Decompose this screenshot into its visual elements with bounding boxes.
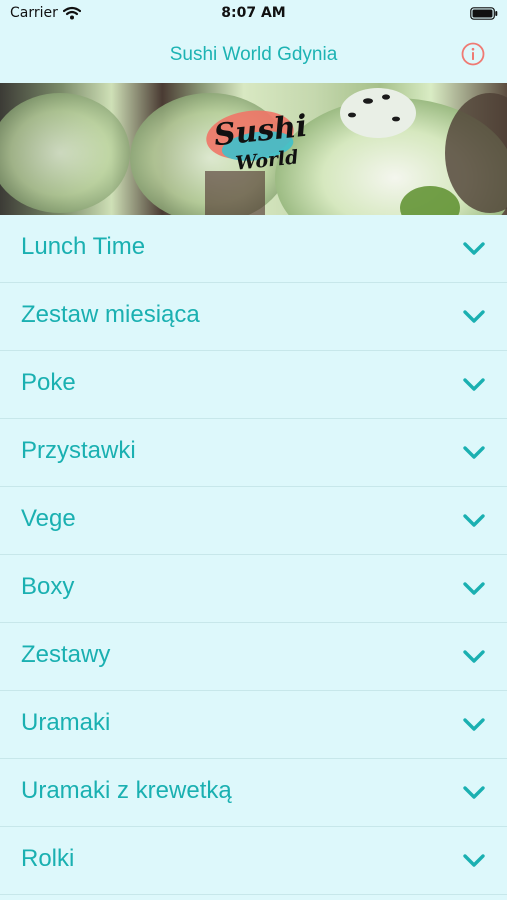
- menu-item-label: Zestawy: [21, 641, 111, 668]
- chevron-down-icon: [463, 310, 485, 323]
- chevron-down-icon: [463, 514, 485, 527]
- info-icon[interactable]: [461, 42, 485, 66]
- menu-item-label: Uramaki: [21, 709, 111, 736]
- hero-image: Sushi World: [0, 88, 507, 215]
- chevron-down-icon: [463, 786, 485, 799]
- menu-item-label: Zestaw miesiąca: [21, 301, 200, 328]
- chevron-down-icon: [463, 718, 485, 731]
- menu-item-label: Lunch Time: [21, 233, 146, 260]
- menu-item-label: Uramaki z krewetką: [21, 777, 232, 804]
- menu-item-uramaki[interactable]: Uramaki: [0, 691, 507, 759]
- menu-item-label: Przystawki: [21, 437, 136, 464]
- chevron-down-icon: [463, 854, 485, 867]
- chevron-down-icon: [463, 582, 485, 595]
- hero-banner: Sushi World: [0, 83, 507, 215]
- page-title: Sushi World Gdynia: [169, 44, 338, 65]
- chevron-down-icon: [463, 242, 485, 255]
- menu-item-label: Boxy: [21, 573, 75, 600]
- chevron-down-icon: [463, 446, 485, 459]
- menu-item-lunch-time[interactable]: Lunch Time: [0, 215, 507, 283]
- menu-item-boxy[interactable]: Boxy: [0, 555, 507, 623]
- menu-item-poke[interactable]: Poke: [0, 351, 507, 419]
- navigation-bar: Sushi World Gdynia: [0, 26, 507, 83]
- menu-item-przystawki[interactable]: Przystawki: [0, 419, 507, 487]
- chevron-down-icon: [463, 378, 485, 391]
- menu-item-zestawy[interactable]: Zestawy: [0, 623, 507, 691]
- menu-list: Lunch Time Zestaw miesiąca Poke Przystaw…: [0, 215, 507, 895]
- battery-icon: [470, 7, 498, 20]
- status-bar: Carrier 8:07 AM: [0, 0, 507, 26]
- status-time: 8:07 AM: [221, 5, 286, 21]
- menu-item-rolki[interactable]: Rolki: [0, 827, 507, 895]
- menu-item-uramaki-z-krewetka[interactable]: Uramaki z krewetką: [0, 759, 507, 827]
- chevron-down-icon: [463, 650, 485, 663]
- menu-item-label: Vege: [21, 505, 76, 532]
- menu-item-zestaw-miesiaca[interactable]: Zestaw miesiąca: [0, 283, 507, 351]
- menu-item-vege[interactable]: Vege: [0, 487, 507, 555]
- menu-item-label: Rolki: [21, 845, 75, 872]
- menu-item-label: Poke: [21, 369, 76, 396]
